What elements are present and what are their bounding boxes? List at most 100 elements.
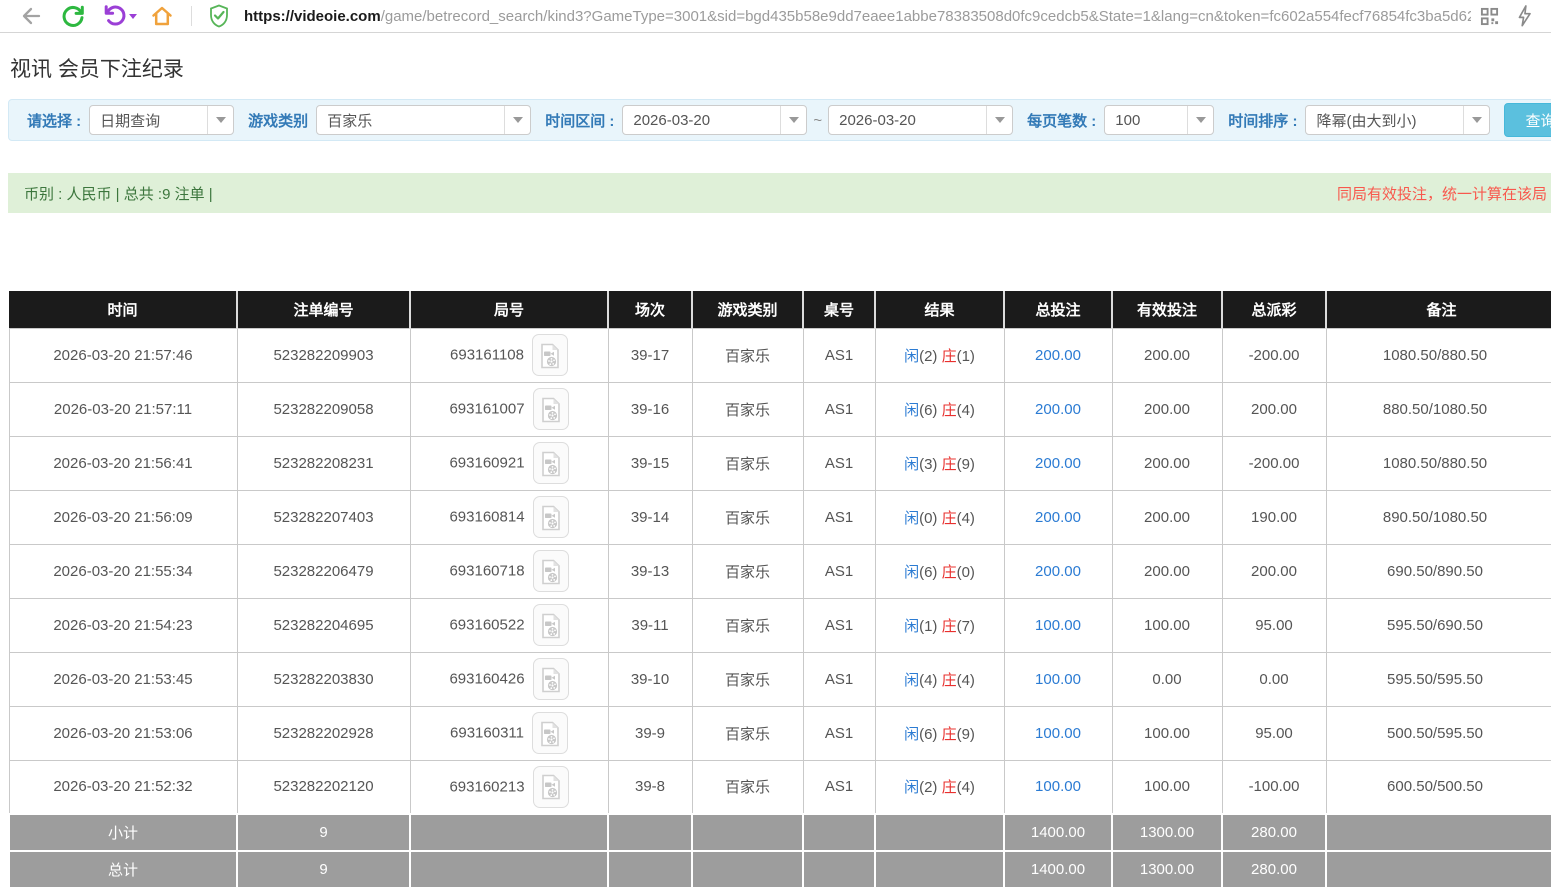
valid-bet-cell: 200.00	[1112, 382, 1222, 436]
lightning-icon[interactable]	[1517, 5, 1532, 27]
search-button[interactable]: 查询	[1504, 103, 1551, 137]
banker-result-label: 庄	[942, 510, 957, 527]
payout-cell: 95.00	[1222, 598, 1326, 652]
total-bet-link[interactable]: 100.00	[1035, 725, 1081, 742]
chevron-down-icon	[1463, 106, 1489, 134]
query-type-label: 请选择 :	[27, 110, 81, 131]
round-cell: 693160814	[410, 490, 608, 544]
video-replay-button[interactable]	[533, 388, 569, 430]
total-bet-cell: 100.00	[1004, 652, 1112, 706]
total-bet-link[interactable]: 200.00	[1035, 455, 1081, 472]
payout-cell: 200.00	[1222, 382, 1326, 436]
qr-code-icon[interactable]	[1480, 7, 1499, 26]
back-icon[interactable]	[19, 4, 43, 28]
video-file-icon	[541, 397, 561, 423]
video-file-icon	[540, 343, 560, 369]
round-cell: 693160311	[410, 706, 608, 760]
valid-bet-cell: 100.00	[1112, 598, 1222, 652]
chevron-down-icon	[504, 106, 530, 134]
total-bet-cell: 100.00	[1004, 598, 1112, 652]
time-cell: 2026-03-20 21:54:23	[9, 598, 237, 652]
undo-dropdown-caret-icon[interactable]	[129, 14, 137, 19]
sort-select[interactable]: 降幂(由大到小)	[1305, 105, 1490, 135]
table-row: 2026-03-20 21:57:11523282209058693161007…	[9, 382, 1551, 436]
summary-empty-cell	[803, 814, 875, 851]
summary-payout-cell: 280.00	[1222, 814, 1326, 851]
time-cell: 2026-03-20 21:57:11	[9, 382, 237, 436]
total-bet-link[interactable]: 200.00	[1035, 401, 1081, 418]
video-replay-button[interactable]	[533, 658, 569, 700]
column-header: 桌号	[803, 291, 875, 328]
table-row: 2026-03-20 21:56:09523282207403693160814…	[9, 490, 1551, 544]
video-replay-button[interactable]	[532, 334, 568, 376]
player-result-label: 闲	[904, 402, 919, 419]
summary-label-cell: 小计	[9, 814, 237, 851]
valid-bet-cell: 100.00	[1112, 706, 1222, 760]
filter-bar: 请选择 : 日期查询 游戏类别 百家乐 时间区间 : 2026-03-20 ~ …	[8, 99, 1551, 141]
note-cell: 690.50/890.50	[1326, 544, 1551, 598]
payout-cell: 95.00	[1222, 706, 1326, 760]
valid-bet-notice: 同局有效投注，统一计算在该局	[1337, 183, 1547, 204]
banker-result-score: (1)	[957, 348, 975, 365]
bet-id-cell: 523282206479	[237, 544, 410, 598]
refresh-icon[interactable]	[61, 4, 85, 28]
payout-cell: 200.00	[1222, 544, 1326, 598]
page-size-select[interactable]: 100	[1104, 105, 1214, 135]
total-bet-link[interactable]: 200.00	[1035, 509, 1081, 526]
result-cell: 闲(2) 庄(4)	[875, 760, 1004, 814]
table-no-cell: AS1	[803, 652, 875, 706]
total-bet-link[interactable]: 200.00	[1035, 347, 1081, 364]
round-id: 693160522	[449, 617, 524, 634]
player-result-score: (0)	[919, 510, 942, 527]
banker-result-label: 庄	[942, 564, 957, 581]
round-id: 693160213	[449, 778, 524, 795]
total-bet-link[interactable]: 200.00	[1035, 563, 1081, 580]
game-type-cell: 百家乐	[692, 490, 803, 544]
summary-valid-bet-cell: 1300.00	[1112, 814, 1222, 851]
home-icon[interactable]	[150, 4, 174, 28]
banker-result-score: (4)	[957, 402, 975, 419]
banker-result-score: (9)	[957, 726, 975, 743]
column-header: 备注	[1326, 291, 1551, 328]
session-cell: 39-14	[608, 490, 692, 544]
game-type-cell: 百家乐	[692, 652, 803, 706]
date-to-picker[interactable]: 2026-03-20	[828, 105, 1013, 135]
undo-icon[interactable]	[103, 4, 137, 28]
banker-result-score: (0)	[957, 564, 975, 581]
address-bar[interactable]: https://videoie.com/game/betrecord_searc…	[244, 8, 1471, 25]
game-type-cell: 百家乐	[692, 328, 803, 382]
player-result-score: (6)	[919, 726, 942, 743]
payout-cell: -200.00	[1222, 328, 1326, 382]
table-body: 2026-03-20 21:57:46523282209903693161108…	[9, 328, 1551, 814]
player-result-label: 闲	[904, 348, 919, 365]
valid-bet-cell: 200.00	[1112, 544, 1222, 598]
round-cell: 693161108	[410, 328, 608, 382]
total-bet-link[interactable]: 100.00	[1035, 617, 1081, 634]
banker-result-score: (4)	[957, 672, 975, 689]
table-no-cell: AS1	[803, 598, 875, 652]
round-cell: 693160718	[410, 544, 608, 598]
date-from-picker[interactable]: 2026-03-20	[622, 105, 807, 135]
video-replay-button[interactable]	[533, 442, 569, 484]
toolbar-separator	[191, 6, 192, 26]
video-replay-button[interactable]	[533, 604, 569, 646]
total-bet-link[interactable]: 100.00	[1035, 778, 1081, 795]
video-replay-button[interactable]	[533, 496, 569, 538]
total-bet-link[interactable]: 100.00	[1035, 671, 1081, 688]
payout-cell: -200.00	[1222, 436, 1326, 490]
query-type-value: 日期查询	[90, 110, 170, 131]
summary-empty-cell	[1326, 814, 1551, 851]
time-cell: 2026-03-20 21:55:34	[9, 544, 237, 598]
summary-count-cell: 9	[237, 814, 410, 851]
video-replay-button[interactable]	[532, 712, 568, 754]
game-type-select[interactable]: 百家乐	[316, 105, 531, 135]
total-bet-cell: 200.00	[1004, 436, 1112, 490]
video-replay-button[interactable]	[533, 550, 569, 592]
banker-result-label: 庄	[942, 402, 957, 419]
round-cell: 693160213	[410, 760, 608, 814]
video-replay-button[interactable]	[533, 766, 569, 808]
result-cell: 闲(6) 庄(9)	[875, 706, 1004, 760]
query-type-select[interactable]: 日期查询	[89, 105, 234, 135]
summary-valid-bet-cell: 1300.00	[1112, 851, 1222, 888]
bet-id-cell: 523282208231	[237, 436, 410, 490]
